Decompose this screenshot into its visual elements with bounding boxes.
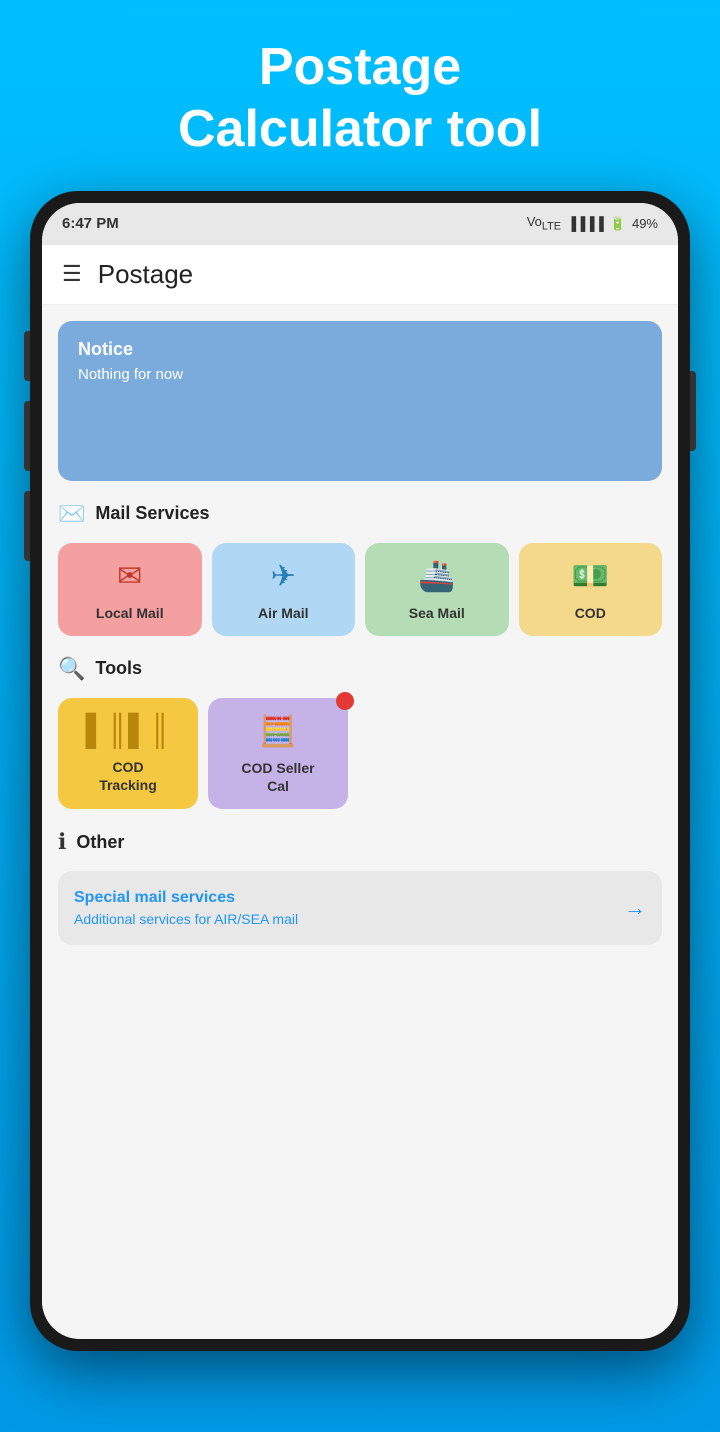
sea-mail-label: Sea Mail — [409, 604, 465, 622]
tools-grid: ▌║▌║ CODTracking 🧮 COD SellerCal — [58, 698, 662, 809]
tools-header: 🔍 Tools — [58, 656, 662, 682]
power-button — [690, 371, 696, 451]
battery-level: 49% — [632, 216, 658, 231]
special-mail-subtitle: Additional services for AIR/SEA mail — [74, 911, 298, 927]
hero-section: Postage Calculator tool — [178, 0, 542, 161]
status-icons: VoLTE ▐▐▐▐ 🔋 49% — [527, 214, 658, 233]
hero-title: Postage Calculator tool — [178, 36, 542, 161]
main-content: Notice Nothing for now ✉️ Mail Services … — [42, 305, 678, 1339]
cod-seller-label: COD SellerCal — [241, 759, 314, 795]
air-mail-icon: ✈ — [271, 559, 296, 594]
notification-dot — [336, 692, 354, 710]
tool-card-cod-tracking[interactable]: ▌║▌║ CODTracking — [58, 698, 198, 809]
notice-title: Notice — [78, 339, 642, 360]
service-card-local-mail[interactable]: ✉ Local Mail — [58, 543, 202, 636]
status-bar: 6:47 PM VoLTE ▐▐▐▐ 🔋 49% — [42, 203, 678, 245]
service-card-air-mail[interactable]: ✈ Air Mail — [212, 543, 356, 636]
app-title: Postage — [98, 259, 193, 290]
status-time: 6:47 PM — [62, 215, 119, 232]
cod-tracking-label: CODTracking — [99, 758, 157, 794]
cod-icon: 💵 — [572, 559, 609, 594]
mail-services-grid: ✉ Local Mail ✈ Air Mail 🚢 Sea Mail 💵 COD — [58, 543, 662, 636]
mail-icon: ✉️ — [58, 501, 85, 527]
service-card-cod[interactable]: 💵 COD — [519, 543, 663, 636]
other-label: Other — [76, 832, 124, 853]
silent-button — [24, 331, 30, 381]
app-header: ☰ Postage — [42, 245, 678, 305]
tools-label: Tools — [95, 658, 142, 679]
phone-screen: 6:47 PM VoLTE ▐▐▐▐ 🔋 49% ☰ Postage Notic… — [42, 203, 678, 1339]
cod-seller-icon: 🧮 — [259, 714, 296, 749]
hamburger-icon[interactable]: ☰ — [62, 261, 82, 287]
mail-services-label: Mail Services — [95, 503, 209, 524]
special-mail-texts: Special mail services Additional service… — [74, 889, 298, 927]
phone-frame: 6:47 PM VoLTE ▐▐▐▐ 🔋 49% ☰ Postage Notic… — [30, 191, 690, 1351]
air-mail-label: Air Mail — [258, 604, 309, 622]
info-icon: ℹ — [58, 829, 66, 855]
notice-card: Notice Nothing for now — [58, 321, 662, 481]
volume-down-button — [24, 491, 30, 561]
service-card-sea-mail[interactable]: 🚢 Sea Mail — [365, 543, 509, 636]
notice-text: Nothing for now — [78, 366, 642, 383]
special-mail-card[interactable]: Special mail services Additional service… — [58, 871, 662, 945]
tool-card-cod-seller[interactable]: 🧮 COD SellerCal — [208, 698, 348, 809]
local-mail-label: Local Mail — [96, 604, 164, 622]
special-mail-title: Special mail services — [74, 889, 298, 907]
mail-services-header: ✉️ Mail Services — [58, 501, 662, 527]
tools-search-icon: 🔍 — [58, 656, 85, 682]
volume-up-button — [24, 401, 30, 471]
cod-tracking-icon: ▌║▌║ — [85, 714, 170, 748]
cod-label: COD — [575, 604, 606, 622]
sea-mail-icon: 🚢 — [418, 559, 455, 594]
battery-icon: 🔋 — [610, 216, 626, 232]
network-icon: VoLTE — [527, 214, 561, 233]
signal-icon: ▐▐▐▐ — [567, 216, 604, 231]
arrow-right-icon: → — [624, 895, 646, 921]
local-mail-icon: ✉ — [117, 559, 142, 594]
other-header: ℹ Other — [58, 829, 662, 855]
